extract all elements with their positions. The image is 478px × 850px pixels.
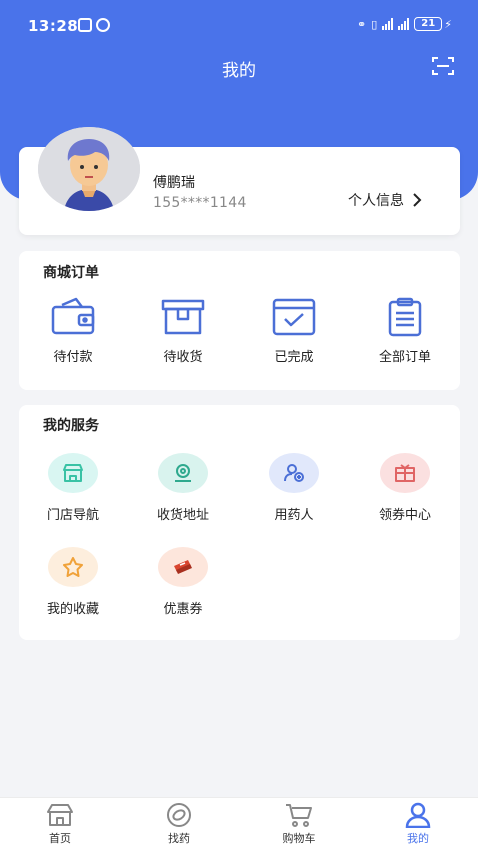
service-medication-user-label: 用药人 (274, 508, 314, 523)
service-medication-user[interactable]: 用药人 (249, 453, 339, 523)
location-icon (175, 464, 191, 482)
tab-cart[interactable]: 购物车 (259, 802, 339, 846)
cart-icon (286, 804, 312, 827)
vibrate-icon: ▯ (371, 17, 378, 31)
check-calendar-icon (272, 298, 316, 336)
service-favorites-label: 我的收藏 (46, 602, 99, 617)
order-pending-payment-label: 待付款 (53, 350, 93, 365)
user-name: 傅鹏瑞 (153, 175, 195, 191)
services-card: 我的服务 门店导航 收货地址 用药人 领券中心 我的收藏 优惠券 (19, 405, 460, 640)
order-pending-receipt[interactable]: 待收货 (138, 297, 228, 365)
tab-find-medicine-label: 找药 (168, 832, 190, 845)
headset-icon: ⚭ (356, 17, 367, 31)
service-address-label: 收货地址 (156, 508, 209, 523)
system-icons: ⚭ ▯ 21 ⚡ (357, 17, 452, 31)
ticket-icon (174, 560, 192, 574)
tab-mine-label: 我的 (407, 832, 429, 845)
tab-find-medicine[interactable]: 找药 (139, 802, 219, 846)
alarm-icon (96, 18, 110, 32)
order-all-label: 全部订单 (378, 350, 431, 365)
chevron-right-icon (413, 193, 422, 207)
order-completed[interactable]: 已完成 (249, 297, 339, 365)
store-icon (63, 464, 83, 482)
status-time: 13:28 (28, 17, 79, 35)
order-completed-label: 已完成 (274, 350, 314, 365)
clipboard-icon (388, 297, 422, 337)
orders-title: 商城订单 (43, 265, 99, 281)
bottom-tab-bar: 首页 找药 购物车 我的 (0, 797, 478, 850)
avatar[interactable] (38, 127, 140, 211)
gift-icon (395, 464, 415, 482)
notification-icons (78, 18, 110, 32)
service-coupon-center[interactable]: 领券中心 (360, 453, 450, 523)
user-icon (405, 802, 431, 828)
service-favorites[interactable]: 我的收藏 (28, 547, 118, 617)
service-store-navigation[interactable]: 门店导航 (28, 453, 118, 523)
orders-card: 商城订单 待付款 待收货 已完成 全部订单 (19, 251, 460, 390)
service-coupon-center-label: 领券中心 (378, 508, 431, 523)
tab-mine[interactable]: 我的 (378, 802, 458, 846)
battery-level: 21 (414, 17, 443, 31)
pill-search-icon (167, 803, 191, 827)
signal-icon-2 (398, 18, 410, 30)
service-store-navigation-label: 门店导航 (46, 508, 99, 523)
home-icon (47, 804, 73, 826)
box-icon (161, 299, 205, 335)
service-address[interactable]: 收货地址 (138, 453, 228, 523)
service-coupons[interactable]: 优惠券 (138, 547, 228, 617)
nfc-icon (78, 18, 92, 32)
service-coupons-label: 优惠券 (163, 602, 203, 617)
user-phone: 155****1144 (153, 195, 247, 211)
status-bar: 13:28 ⚭ ▯ 21 ⚡ (0, 0, 478, 50)
personal-info-label: 个人信息 (348, 193, 404, 209)
order-all[interactable]: 全部订单 (360, 297, 450, 365)
order-pending-receipt-label: 待收货 (163, 350, 203, 365)
wallet-icon (51, 297, 95, 335)
star-icon (63, 557, 83, 577)
personal-info-link[interactable]: 个人信息 (348, 190, 422, 210)
order-pending-payment[interactable]: 待付款 (28, 297, 118, 365)
tab-home-label: 首页 (49, 832, 71, 845)
scan-icon[interactable] (432, 56, 454, 76)
battery-icon: 21 ⚡ (414, 17, 452, 31)
tab-cart-label: 购物车 (282, 832, 316, 845)
page-title: 我的 (222, 61, 256, 81)
patient-icon (284, 464, 304, 482)
signal-icon-1 (382, 18, 394, 30)
services-title: 我的服务 (43, 418, 99, 434)
tab-home[interactable]: 首页 (20, 802, 100, 846)
